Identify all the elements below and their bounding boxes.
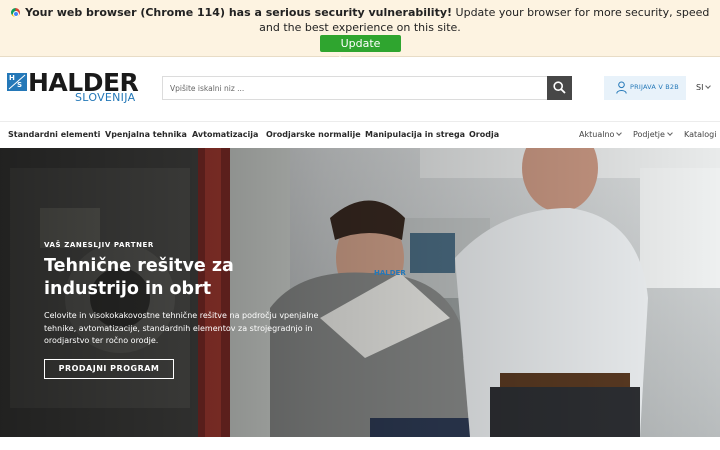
chevron-down-icon <box>616 130 623 136</box>
banner-bold-text: Your web browser (Chrome 114) has a seri… <box>25 6 453 19</box>
language-label: SI <box>696 83 704 92</box>
banner-message: Your web browser (Chrome 114) has a seri… <box>0 0 720 35</box>
hero-banner: HALDER VAŠ ZANESLJIV PARTNER Tehnične re… <box>0 148 720 437</box>
logo-subtitle: SLOVENIJA <box>75 91 136 104</box>
chrome-icon <box>10 8 20 17</box>
site-header: H S HALDER SLOVENIJA PRIJAVA V B2B SI <box>0 58 720 120</box>
nav-item-manipulacija-in-strega[interactable]: Manipulacija in strega <box>365 130 465 139</box>
halder-logo[interactable]: H S HALDER SLOVENIJA <box>7 68 139 106</box>
sales-program-button[interactable]: PRODAJNI PROGRAM <box>44 359 174 379</box>
search-button[interactable] <box>547 76 572 100</box>
nav-item-vpenjalna-tehnika[interactable]: Vpenjalna tehnika <box>105 130 187 139</box>
search-input[interactable] <box>163 77 547 99</box>
chevron-down-icon <box>667 130 673 136</box>
main-navigation: Standardni elementi Vpenjalna tehnika Av… <box>0 121 720 148</box>
b2b-login-label: PRIJAVA V B2B <box>630 83 679 91</box>
nav-item-orodja[interactable]: Orodja <box>469 130 499 139</box>
hero-title: Tehnične rešitve za industrijo in obrt <box>44 256 234 299</box>
search-icon <box>553 81 566 94</box>
chevron-down-icon <box>705 83 712 89</box>
nav-item-aktualno[interactable]: Aktualno <box>579 130 623 139</box>
nav-podjetje-label: Podjetje <box>633 130 665 139</box>
page-bottom-strip <box>0 437 720 450</box>
search-bar <box>162 76 572 100</box>
hero-eyebrow: VAŠ ZANESLJIV PARTNER <box>44 241 154 249</box>
language-selector[interactable]: SI <box>696 83 712 92</box>
nav-item-orodjarske-normalije[interactable]: Orodjarske normalije <box>266 130 361 139</box>
nav-aktualno-label: Aktualno <box>579 130 615 139</box>
shirt-logo: HALDER <box>374 269 406 277</box>
user-icon <box>616 81 627 94</box>
logo-mark-icon: H S <box>7 73 27 91</box>
nav-item-katalogi[interactable]: Katalogi <box>684 130 716 139</box>
hero-description: Celovite in visokokakovostne tehnične re… <box>44 311 319 345</box>
browser-update-banner: Your web browser (Chrome 114) has a seri… <box>0 0 720 67</box>
nav-item-standardni-elementi[interactable]: Standardni elementi <box>8 130 100 139</box>
nav-item-avtomatizacija[interactable]: Avtomatizacija <box>192 130 258 139</box>
nav-item-podjetje[interactable]: Podjetje <box>633 130 673 139</box>
update-browser-button[interactable]: Update browser <box>320 35 401 67</box>
b2b-login-button[interactable]: PRIJAVA V B2B <box>604 76 686 100</box>
